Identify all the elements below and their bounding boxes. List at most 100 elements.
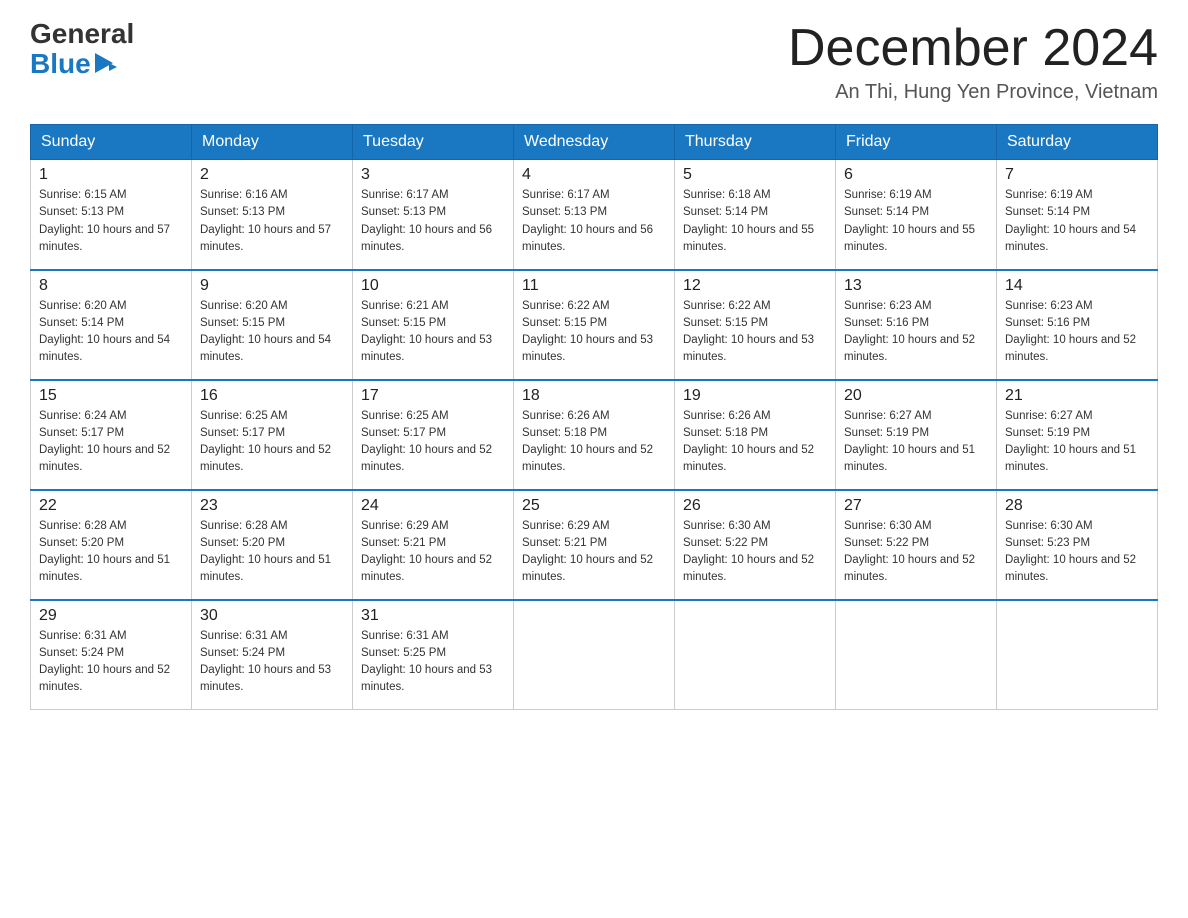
header-wednesday: Wednesday [514, 125, 675, 160]
day-info: Sunrise: 6:19 AMSunset: 5:14 PMDaylight:… [844, 187, 988, 256]
calendar-cell: 9 Sunrise: 6:20 AMSunset: 5:15 PMDaylight… [192, 270, 353, 380]
calendar-cell: 13 Sunrise: 6:23 AMSunset: 5:16 PMDayligh… [836, 270, 997, 380]
day-info: Sunrise: 6:22 AMSunset: 5:15 PMDaylight:… [522, 298, 666, 367]
calendar-cell: 12 Sunrise: 6:22 AMSunset: 5:15 PMDayligh… [675, 270, 836, 380]
day-info: Sunrise: 6:27 AMSunset: 5:19 PMDaylight:… [1005, 408, 1149, 477]
day-number: 24 [361, 497, 505, 515]
day-number: 26 [683, 497, 827, 515]
calendar-week-1: 1 Sunrise: 6:15 AMSunset: 5:13 PMDaylight… [31, 160, 1158, 270]
day-info: Sunrise: 6:30 AMSunset: 5:23 PMDaylight:… [1005, 518, 1149, 587]
day-info: Sunrise: 6:19 AMSunset: 5:14 PMDaylight:… [1005, 187, 1149, 256]
calendar-cell: 20Sunrise: 6:27 AMSunset: 5:19 PMDayligh… [836, 380, 997, 490]
calendar-week-5: 29 Sunrise: 6:31 AMSunset: 5:24 PMDayligh… [31, 600, 1158, 710]
day-number: 15 [39, 387, 183, 405]
calendar-cell: 14 Sunrise: 6:23 AMSunset: 5:16 PMDayligh… [997, 270, 1158, 380]
day-number: 13 [844, 277, 988, 295]
calendar-header-row: SundayMondayTuesdayWednesdayThursdayFrid… [31, 125, 1158, 160]
calendar-cell: 6 Sunrise: 6:19 AMSunset: 5:14 PMDaylight… [836, 160, 997, 270]
day-info: Sunrise: 6:20 AMSunset: 5:15 PMDaylight:… [200, 298, 344, 367]
calendar-cell: 24 Sunrise: 6:29 AMSunset: 5:21 PMDayligh… [353, 490, 514, 600]
day-info: Sunrise: 6:29 AMSunset: 5:21 PMDaylight:… [361, 518, 505, 587]
day-info: Sunrise: 6:28 AMSunset: 5:20 PMDaylight:… [200, 518, 344, 587]
day-info: Sunrise: 6:23 AMSunset: 5:16 PMDaylight:… [844, 298, 988, 367]
day-info: Sunrise: 6:25 AMSunset: 5:17 PMDaylight:… [200, 408, 344, 477]
day-number: 25 [522, 497, 666, 515]
day-info: Sunrise: 6:24 AMSunset: 5:17 PMDaylight:… [39, 408, 183, 477]
day-info: Sunrise: 6:15 AMSunset: 5:13 PMDaylight:… [39, 187, 183, 256]
day-number: 8 [39, 277, 183, 295]
day-number: 29 [39, 607, 183, 625]
day-number: 21 [1005, 387, 1149, 405]
calendar-cell: 15 Sunrise: 6:24 AMSunset: 5:17 PMDayligh… [31, 380, 192, 490]
day-info: Sunrise: 6:21 AMSunset: 5:15 PMDaylight:… [361, 298, 505, 367]
calendar-cell: 25 Sunrise: 6:29 AMSunset: 5:21 PMDayligh… [514, 490, 675, 600]
calendar-cell [836, 600, 997, 710]
title-section: December 2024 An Thi, Hung Yen Province,… [788, 20, 1158, 104]
header-monday: Monday [192, 125, 353, 160]
day-number: 17 [361, 387, 505, 405]
header-friday: Friday [836, 125, 997, 160]
logo-blue-text: Blue [30, 48, 117, 80]
calendar-cell: 18 Sunrise: 6:26 AMSunset: 5:18 PMDayligh… [514, 380, 675, 490]
day-info: Sunrise: 6:31 AMSunset: 5:24 PMDaylight:… [200, 628, 344, 697]
day-number: 4 [522, 166, 666, 184]
day-info: Sunrise: 6:26 AMSunset: 5:18 PMDaylight:… [522, 408, 666, 477]
day-number: 27 [844, 497, 988, 515]
calendar-cell: 2 Sunrise: 6:16 AMSunset: 5:13 PMDaylight… [192, 160, 353, 270]
day-number: 18 [522, 387, 666, 405]
day-number: 31 [361, 607, 505, 625]
calendar-week-2: 8 Sunrise: 6:20 AMSunset: 5:14 PMDaylight… [31, 270, 1158, 380]
day-number: 11 [522, 277, 666, 295]
calendar-cell [675, 600, 836, 710]
day-info: Sunrise: 6:20 AMSunset: 5:14 PMDaylight:… [39, 298, 183, 367]
day-info: Sunrise: 6:31 AMSunset: 5:25 PMDaylight:… [361, 628, 505, 697]
day-number: 12 [683, 277, 827, 295]
calendar-cell: 22 Sunrise: 6:28 AMSunset: 5:20 PMDayligh… [31, 490, 192, 600]
calendar-cell: 1 Sunrise: 6:15 AMSunset: 5:13 PMDaylight… [31, 160, 192, 270]
day-number: 14 [1005, 277, 1149, 295]
day-info: Sunrise: 6:28 AMSunset: 5:20 PMDaylight:… [39, 518, 183, 587]
day-number: 5 [683, 166, 827, 184]
day-number: 2 [200, 166, 344, 184]
calendar-week-4: 22 Sunrise: 6:28 AMSunset: 5:20 PMDayligh… [31, 490, 1158, 600]
calendar-cell: 16 Sunrise: 6:25 AMSunset: 5:17 PMDayligh… [192, 380, 353, 490]
day-info: Sunrise: 6:27 AMSunset: 5:19 PMDaylight:… [844, 408, 988, 477]
day-info: Sunrise: 6:29 AMSunset: 5:21 PMDaylight:… [522, 518, 666, 587]
day-number: 3 [361, 166, 505, 184]
calendar-cell [514, 600, 675, 710]
calendar: SundayMondayTuesdayWednesdayThursdayFrid… [30, 124, 1158, 710]
header-tuesday: Tuesday [353, 125, 514, 160]
header: General Blue December 2024 An Thi, Hung … [30, 20, 1158, 104]
day-info: Sunrise: 6:23 AMSunset: 5:16 PMDaylight:… [1005, 298, 1149, 367]
day-info: Sunrise: 6:16 AMSunset: 5:13 PMDaylight:… [200, 187, 344, 256]
calendar-cell: 3Sunrise: 6:17 AMSunset: 5:13 PMDaylight… [353, 160, 514, 270]
header-sunday: Sunday [31, 125, 192, 160]
day-number: 6 [844, 166, 988, 184]
day-number: 1 [39, 166, 183, 184]
day-number: 9 [200, 277, 344, 295]
header-saturday: Saturday [997, 125, 1158, 160]
day-number: 10 [361, 277, 505, 295]
calendar-cell: 30Sunrise: 6:31 AMSunset: 5:24 PMDayligh… [192, 600, 353, 710]
calendar-cell [997, 600, 1158, 710]
location: An Thi, Hung Yen Province, Vietnam [788, 81, 1158, 104]
day-info: Sunrise: 6:26 AMSunset: 5:18 PMDaylight:… [683, 408, 827, 477]
calendar-cell: 17Sunrise: 6:25 AMSunset: 5:17 PMDayligh… [353, 380, 514, 490]
logo-general-text: General [30, 20, 134, 48]
day-info: Sunrise: 6:30 AMSunset: 5:22 PMDaylight:… [683, 518, 827, 587]
day-number: 22 [39, 497, 183, 515]
day-number: 16 [200, 387, 344, 405]
calendar-cell: 27 Sunrise: 6:30 AMSunset: 5:22 PMDayligh… [836, 490, 997, 600]
day-number: 28 [1005, 497, 1149, 515]
day-info: Sunrise: 6:22 AMSunset: 5:15 PMDaylight:… [683, 298, 827, 367]
calendar-cell: 19Sunrise: 6:26 AMSunset: 5:18 PMDayligh… [675, 380, 836, 490]
calendar-cell: 21 Sunrise: 6:27 AMSunset: 5:19 PMDayligh… [997, 380, 1158, 490]
calendar-week-3: 15 Sunrise: 6:24 AMSunset: 5:17 PMDayligh… [31, 380, 1158, 490]
calendar-cell: 31 Sunrise: 6:31 AMSunset: 5:25 PMDayligh… [353, 600, 514, 710]
calendar-cell: 23Sunrise: 6:28 AMSunset: 5:20 PMDayligh… [192, 490, 353, 600]
logo: General Blue [30, 20, 134, 80]
day-info: Sunrise: 6:30 AMSunset: 5:22 PMDaylight:… [844, 518, 988, 587]
calendar-cell: 5Sunrise: 6:18 AMSunset: 5:14 PMDaylight… [675, 160, 836, 270]
header-thursday: Thursday [675, 125, 836, 160]
calendar-cell: 26 Sunrise: 6:30 AMSunset: 5:22 PMDayligh… [675, 490, 836, 600]
